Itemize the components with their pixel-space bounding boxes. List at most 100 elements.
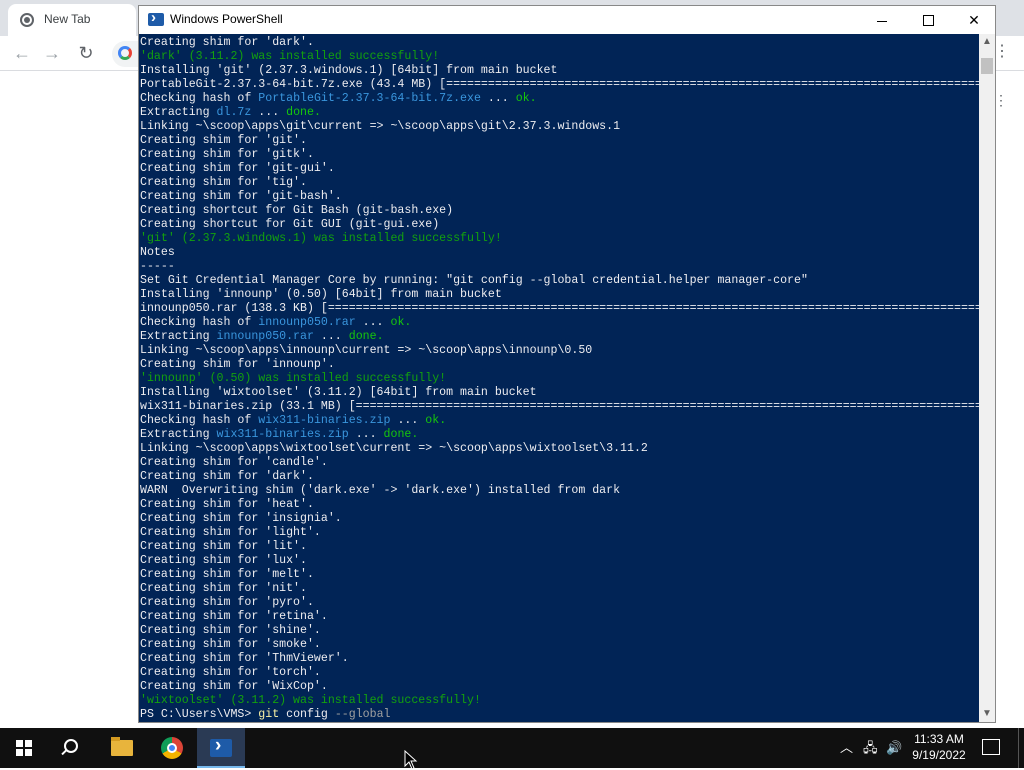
console-line: Creating shim for 'melt'. — [140, 568, 979, 582]
search-button[interactable] — [48, 728, 96, 768]
console-line: Creating shim for 'git-bash'. — [140, 190, 979, 204]
console-segment: Creating shim for 'nit'. — [140, 582, 307, 595]
console-segment: Installing 'wixtoolset' (3.11.2) [64bit]… — [140, 386, 537, 399]
scroll-up-arrow-icon[interactable]: ▲ — [979, 34, 995, 50]
console-line: Creating shim for 'git-gui'. — [140, 162, 979, 176]
console-line: Creating shortcut for Git GUI (git-gui.e… — [140, 218, 979, 232]
console-line: Checking hash of PortableGit-2.37.3-64-b… — [140, 92, 979, 106]
console-segment: innounp050.rar — [216, 330, 314, 343]
console-line: WARN Overwriting shim ('dark.exe' -> 'da… — [140, 484, 979, 498]
console-line: Creating shim for 'candle'. — [140, 456, 979, 470]
console-line: Checking hash of innounp050.rar ... ok. — [140, 316, 979, 330]
reload-icon[interactable]: ↻ — [75, 42, 97, 64]
console-line: Checking hash of wix311-binaries.zip ...… — [140, 414, 979, 428]
console-segment: ... — [355, 316, 391, 329]
console-segment: 'innounp' (0.50) was installed successfu… — [140, 372, 447, 385]
console-segment: Creating shim for 'candle'. — [140, 456, 328, 469]
console-segment: wix311-binaries.zip — [216, 428, 349, 441]
console-line: Creating shim for 'nit'. — [140, 582, 979, 596]
back-arrow-icon[interactable]: ← — [11, 42, 33, 64]
console-segment: Creating shim for 'WixCop'. — [140, 680, 328, 693]
console-line: Set Git Credential Manager Core by runni… — [140, 274, 979, 288]
console-segment: Creating shortcut for Git GUI (git-gui.e… — [140, 218, 440, 231]
powershell-icon — [210, 735, 232, 757]
console-segment: ... — [480, 92, 516, 105]
console-line: ----- — [140, 260, 979, 274]
forward-arrow-icon[interactable]: → — [41, 42, 63, 64]
console-segment: Creating shim for 'shine'. — [140, 624, 321, 637]
minimize-button[interactable] — [859, 6, 905, 34]
search-icon — [64, 739, 78, 753]
maximize-icon — [922, 15, 934, 26]
chrome-tab-new-tab[interactable]: New Tab — [8, 4, 136, 36]
console-segment: ok. — [515, 92, 537, 105]
console-segment: ... — [390, 414, 426, 427]
prompt-line[interactable]: PS C:\Users\VMS> git config --global — [140, 708, 979, 722]
console-segment: Creating shim for 'smoke'. — [140, 638, 321, 651]
chrome-tab-title: New Tab — [44, 12, 91, 26]
console-line: Creating shim for 'retina'. — [140, 610, 979, 624]
console-segment: ... — [313, 330, 349, 343]
console-segment: ... — [348, 428, 384, 441]
console-line: 'wixtoolset' (3.11.2) was installed succ… — [140, 694, 979, 708]
volume-icon[interactable]: 🔊 — [886, 740, 902, 756]
prompt-text: PS C:\Users\VMS> — [140, 708, 259, 721]
console-segment: ... — [251, 106, 287, 119]
console-segment: Checking hash of — [140, 316, 259, 329]
chevron-up-icon[interactable]: ︿ — [840, 740, 853, 756]
chrome-menu-icon[interactable]: ⋮ — [994, 42, 1010, 62]
console-segment: dl.7z — [216, 106, 252, 119]
console-segment: Creating shim for 'pyro'. — [140, 596, 314, 609]
maximize-button[interactable] — [905, 6, 951, 34]
console-segment: Creating shim for 'light'. — [140, 526, 321, 539]
console-segment: Extracting — [140, 330, 217, 343]
console-line: Notes — [140, 246, 979, 260]
taskbar-powershell[interactable] — [197, 728, 245, 768]
console-segment: 'dark' (3.11.2) was installed successful… — [140, 50, 440, 63]
powershell-icon[interactable] — [148, 9, 164, 26]
console-segment: wix311-binaries.zip — [258, 414, 391, 427]
chrome-icon — [161, 737, 183, 759]
close-button[interactable]: ✕ — [951, 6, 997, 34]
start-button[interactable] — [0, 728, 48, 768]
chrome-favicon-icon — [20, 13, 34, 27]
network-icon[interactable]: 🖧 — [863, 740, 878, 756]
taskbar: ︿ 🖧 🔊 11:33 AM 9/19/2022 — [0, 728, 1024, 768]
console-line: Creating shim for 'WixCop'. — [140, 680, 979, 694]
windows-start-icon — [16, 740, 32, 756]
system-clock[interactable]: 11:33 AM 9/19/2022 — [908, 731, 970, 763]
console-segment: innounp050.rar (138.3 KB) [=============… — [140, 302, 979, 315]
console-line: Creating shim for 'git'. — [140, 134, 979, 148]
console-line: Extracting dl.7z ... done. — [140, 106, 979, 120]
omnibox[interactable] — [112, 41, 140, 67]
clock-date: 9/19/2022 — [912, 748, 966, 762]
console-output[interactable]: Creating shim for 'dark'.'dark' (3.11.2)… — [139, 34, 979, 722]
scroll-thumb[interactable] — [981, 58, 993, 74]
taskbar-chrome[interactable] — [148, 728, 196, 768]
notification-center-icon[interactable] — [982, 739, 1000, 755]
console-segment: Linking ~\scoop\apps\git\current => ~\sc… — [140, 120, 621, 133]
console-segment: Creating shim for 'innounp'. — [140, 358, 335, 371]
console-line: Creating shim for 'dark'. — [140, 36, 979, 50]
console-segment: Extracting — [140, 428, 217, 441]
console-line: Creating shim for 'insignia'. — [140, 512, 979, 526]
console-segment: done. — [383, 428, 419, 441]
show-desktop-button[interactable] — [1018, 728, 1024, 768]
console-line: Installing 'innounp' (0.50) [64bit] from… — [140, 288, 979, 302]
vertical-scrollbar[interactable]: ▲ ▼ — [979, 34, 995, 722]
console-segment: Checking hash of — [140, 92, 259, 105]
console-line: Creating shim for 'tig'. — [140, 176, 979, 190]
close-icon: ✕ — [968, 12, 980, 28]
console-segment: 'git' (2.37.3.windows.1) was installed s… — [140, 232, 502, 245]
console-segment: Creating shim for 'gitk'. — [140, 148, 314, 161]
console-line: Installing 'wixtoolset' (3.11.2) [64bit]… — [140, 386, 979, 400]
console-line: Linking ~\scoop\apps\git\current => ~\sc… — [140, 120, 979, 134]
powershell-titlebar[interactable]: Windows PowerShell ✕ — [139, 6, 995, 34]
scroll-down-arrow-icon[interactable]: ▼ — [979, 706, 995, 722]
file-explorer-icon — [111, 737, 133, 756]
taskbar-file-explorer[interactable] — [98, 728, 146, 768]
console-segment: PortableGit-2.37.3-64-bit.7z.exe (43.4 M… — [140, 78, 979, 91]
console-line: Creating shim for 'innounp'. — [140, 358, 979, 372]
console-segment: Creating shim for 'git'. — [140, 134, 307, 147]
console-segment: Creating shim for 'retina'. — [140, 610, 328, 623]
